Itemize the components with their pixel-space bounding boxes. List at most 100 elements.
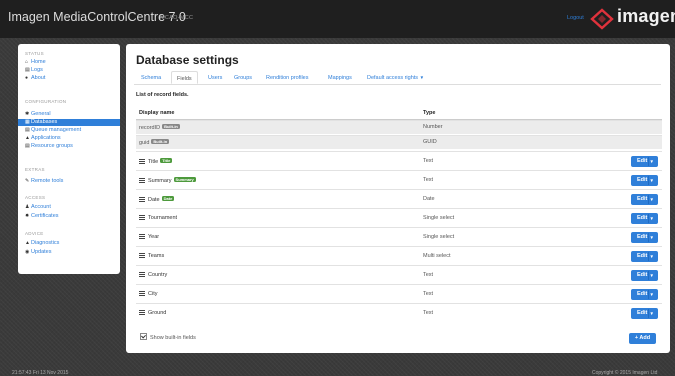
sidebar-item-remote-tools[interactable]: ✎ Remote tools bbox=[24, 178, 116, 185]
add-field-button[interactable]: + Add bbox=[629, 333, 656, 344]
drag-handle-icon[interactable] bbox=[139, 291, 145, 296]
sidebar-item-about[interactable]: ● About bbox=[24, 75, 116, 82]
caret-down-icon[interactable]: ▼ bbox=[650, 308, 654, 319]
field-type: Multi select bbox=[423, 253, 451, 259]
tab-rendition-profiles[interactable]: Rendition profiles bbox=[266, 75, 309, 81]
edit-label: Edit bbox=[637, 310, 648, 316]
sidebar-item-label: Remote tools bbox=[31, 178, 64, 184]
edit-button[interactable]: Edit ▼ bbox=[631, 308, 658, 319]
main-panel: Database settings Schema Fields Users Gr… bbox=[126, 44, 670, 353]
sidebar-item-label: Databases bbox=[31, 119, 58, 125]
logout-link[interactable]: Logout bbox=[567, 15, 584, 21]
field-type: Single select bbox=[423, 215, 455, 221]
column-header-type: Type bbox=[423, 110, 436, 116]
field-name: guid Built-in bbox=[139, 139, 170, 146]
field-name-text: recordID bbox=[139, 125, 161, 131]
footer-timestamp: 21:57:43 Fri 13 Nov 2015 bbox=[12, 370, 69, 376]
edit-button[interactable]: Edit ▼ bbox=[631, 232, 658, 243]
sidebar-item-account[interactable]: ♟ Account bbox=[24, 204, 116, 211]
built-in-badge: Built-in bbox=[151, 139, 170, 144]
edit-button[interactable]: Edit ▼ bbox=[631, 251, 658, 262]
tab-users[interactable]: Users bbox=[208, 75, 222, 81]
drag-handle-icon[interactable] bbox=[139, 272, 145, 277]
edit-button[interactable]: Edit ▼ bbox=[631, 194, 658, 205]
field-name-text: guid bbox=[139, 140, 150, 146]
summary-badge: Summary bbox=[173, 177, 196, 182]
edit-label: Edit bbox=[637, 215, 648, 221]
drag-handle-icon[interactable] bbox=[139, 159, 145, 164]
caret-down-icon[interactable]: ▼ bbox=[650, 270, 654, 281]
edit-button[interactable]: Edit ▼ bbox=[631, 175, 658, 186]
checkbox[interactable] bbox=[140, 333, 147, 340]
field-name-text: Summary bbox=[148, 178, 172, 184]
edit-button[interactable]: Edit ▼ bbox=[631, 156, 658, 167]
brand-logo: imagen bbox=[617, 6, 675, 26]
drag-handle-icon[interactable] bbox=[139, 197, 145, 202]
tab-fields[interactable]: Fields bbox=[171, 71, 198, 84]
list-title: List of record fields. bbox=[136, 92, 189, 98]
field-name-text: City bbox=[148, 291, 158, 297]
field-name-text: Ground bbox=[148, 310, 167, 316]
sidebar-item-label: Diagnostics bbox=[31, 240, 60, 246]
sidebar-item-label: About bbox=[31, 75, 46, 81]
edit-label: Edit bbox=[637, 158, 648, 164]
sidebar-item-databases[interactable]: ▦Databases bbox=[18, 119, 120, 126]
table-row[interactable]: Country Text Edit ▼ bbox=[136, 265, 662, 284]
sidebar: STATUS ⌂ Home ▤Logs ● About CONFIGURATION … bbox=[18, 44, 120, 274]
field-name: Title Title bbox=[139, 158, 173, 165]
built-in-badge: Built-in bbox=[162, 124, 180, 129]
caret-down-icon[interactable]: ▼ bbox=[650, 251, 654, 262]
caret-down-icon: ▼ bbox=[419, 75, 425, 80]
table-row[interactable]: Tournament Single select Edit ▼ bbox=[136, 208, 662, 227]
show-builtin-fields-checkbox[interactable]: Show built-in fields bbox=[140, 333, 196, 341]
drag-handle-icon[interactable] bbox=[139, 310, 145, 315]
sidebar-item-label: Queue management bbox=[31, 127, 82, 133]
table-row[interactable]: Summary Summary Text Edit ▼ bbox=[136, 170, 662, 189]
tabs-divider bbox=[134, 84, 661, 85]
tab-groups[interactable]: Groups bbox=[234, 75, 252, 81]
field-name: Teams bbox=[139, 253, 164, 259]
edit-button[interactable]: Edit ▼ bbox=[631, 289, 658, 300]
caret-down-icon[interactable]: ▼ bbox=[650, 232, 654, 243]
drag-handle-icon[interactable] bbox=[139, 253, 145, 258]
edit-label: Edit bbox=[637, 177, 648, 183]
field-name-text: Country bbox=[148, 272, 168, 278]
column-header-display-name: Display name bbox=[139, 110, 175, 116]
field-name: Year bbox=[139, 234, 159, 240]
edit-button[interactable]: Edit ▼ bbox=[631, 213, 658, 224]
caret-down-icon[interactable]: ▼ bbox=[650, 175, 654, 186]
table-row: guid Built-in GUID bbox=[136, 135, 662, 149]
tab-mappings[interactable]: Mappings bbox=[328, 75, 352, 81]
sidebar-item-resource-groups[interactable]: ▤Resource groups bbox=[24, 143, 116, 150]
table-row[interactable]: Title Title Text Edit ▼ bbox=[136, 151, 662, 170]
caret-down-icon[interactable]: ▼ bbox=[650, 213, 654, 224]
drag-handle-icon[interactable] bbox=[139, 178, 145, 183]
field-name-text: Year bbox=[148, 234, 160, 240]
caret-down-icon[interactable]: ▼ bbox=[650, 194, 654, 205]
sidebar-item-certificates[interactable]: ✸ Certificates bbox=[24, 213, 116, 220]
sidebar-item-home[interactable]: ⌂ Home bbox=[24, 59, 116, 66]
title-badge: Title bbox=[160, 158, 173, 163]
caret-down-icon[interactable]: ▼ bbox=[650, 156, 654, 167]
table-row[interactable]: Year Single select Edit ▼ bbox=[136, 227, 662, 246]
sidebar-item-diagnostics[interactable]: ▲Diagnostics bbox=[24, 240, 116, 247]
tab-schema[interactable]: Schema bbox=[141, 75, 161, 81]
sidebar-item-applications[interactable]: ▲Applications bbox=[24, 135, 116, 142]
tab-default-access-rights[interactable]: Default access rights ▼ bbox=[367, 75, 424, 81]
edit-button[interactable]: Edit ▼ bbox=[631, 270, 658, 281]
sidebar-item-queue-management[interactable]: ▤Queue management bbox=[24, 127, 116, 134]
edit-label: Edit bbox=[637, 196, 648, 202]
sidebar-item-updates[interactable]: ◉ Updates bbox=[24, 249, 116, 256]
sidebar-item-general[interactable]: ✱ General bbox=[24, 111, 116, 118]
table-row[interactable]: Date Date Date Edit ▼ bbox=[136, 189, 662, 208]
sidebar-item-logs[interactable]: ▤Logs bbox=[24, 67, 116, 74]
field-name: City bbox=[139, 291, 157, 297]
sidebar-section-extras: EXTRAS bbox=[25, 167, 45, 172]
sidebar-item-label: Account bbox=[31, 204, 51, 210]
table-row[interactable]: Ground Text Edit ▼ bbox=[136, 303, 662, 322]
table-row[interactable]: City Text Edit ▼ bbox=[136, 284, 662, 303]
drag-handle-icon[interactable] bbox=[139, 215, 145, 220]
drag-handle-icon[interactable] bbox=[139, 234, 145, 239]
table-row[interactable]: Teams Multi select Edit ▼ bbox=[136, 246, 662, 265]
caret-down-icon[interactable]: ▼ bbox=[650, 289, 654, 300]
